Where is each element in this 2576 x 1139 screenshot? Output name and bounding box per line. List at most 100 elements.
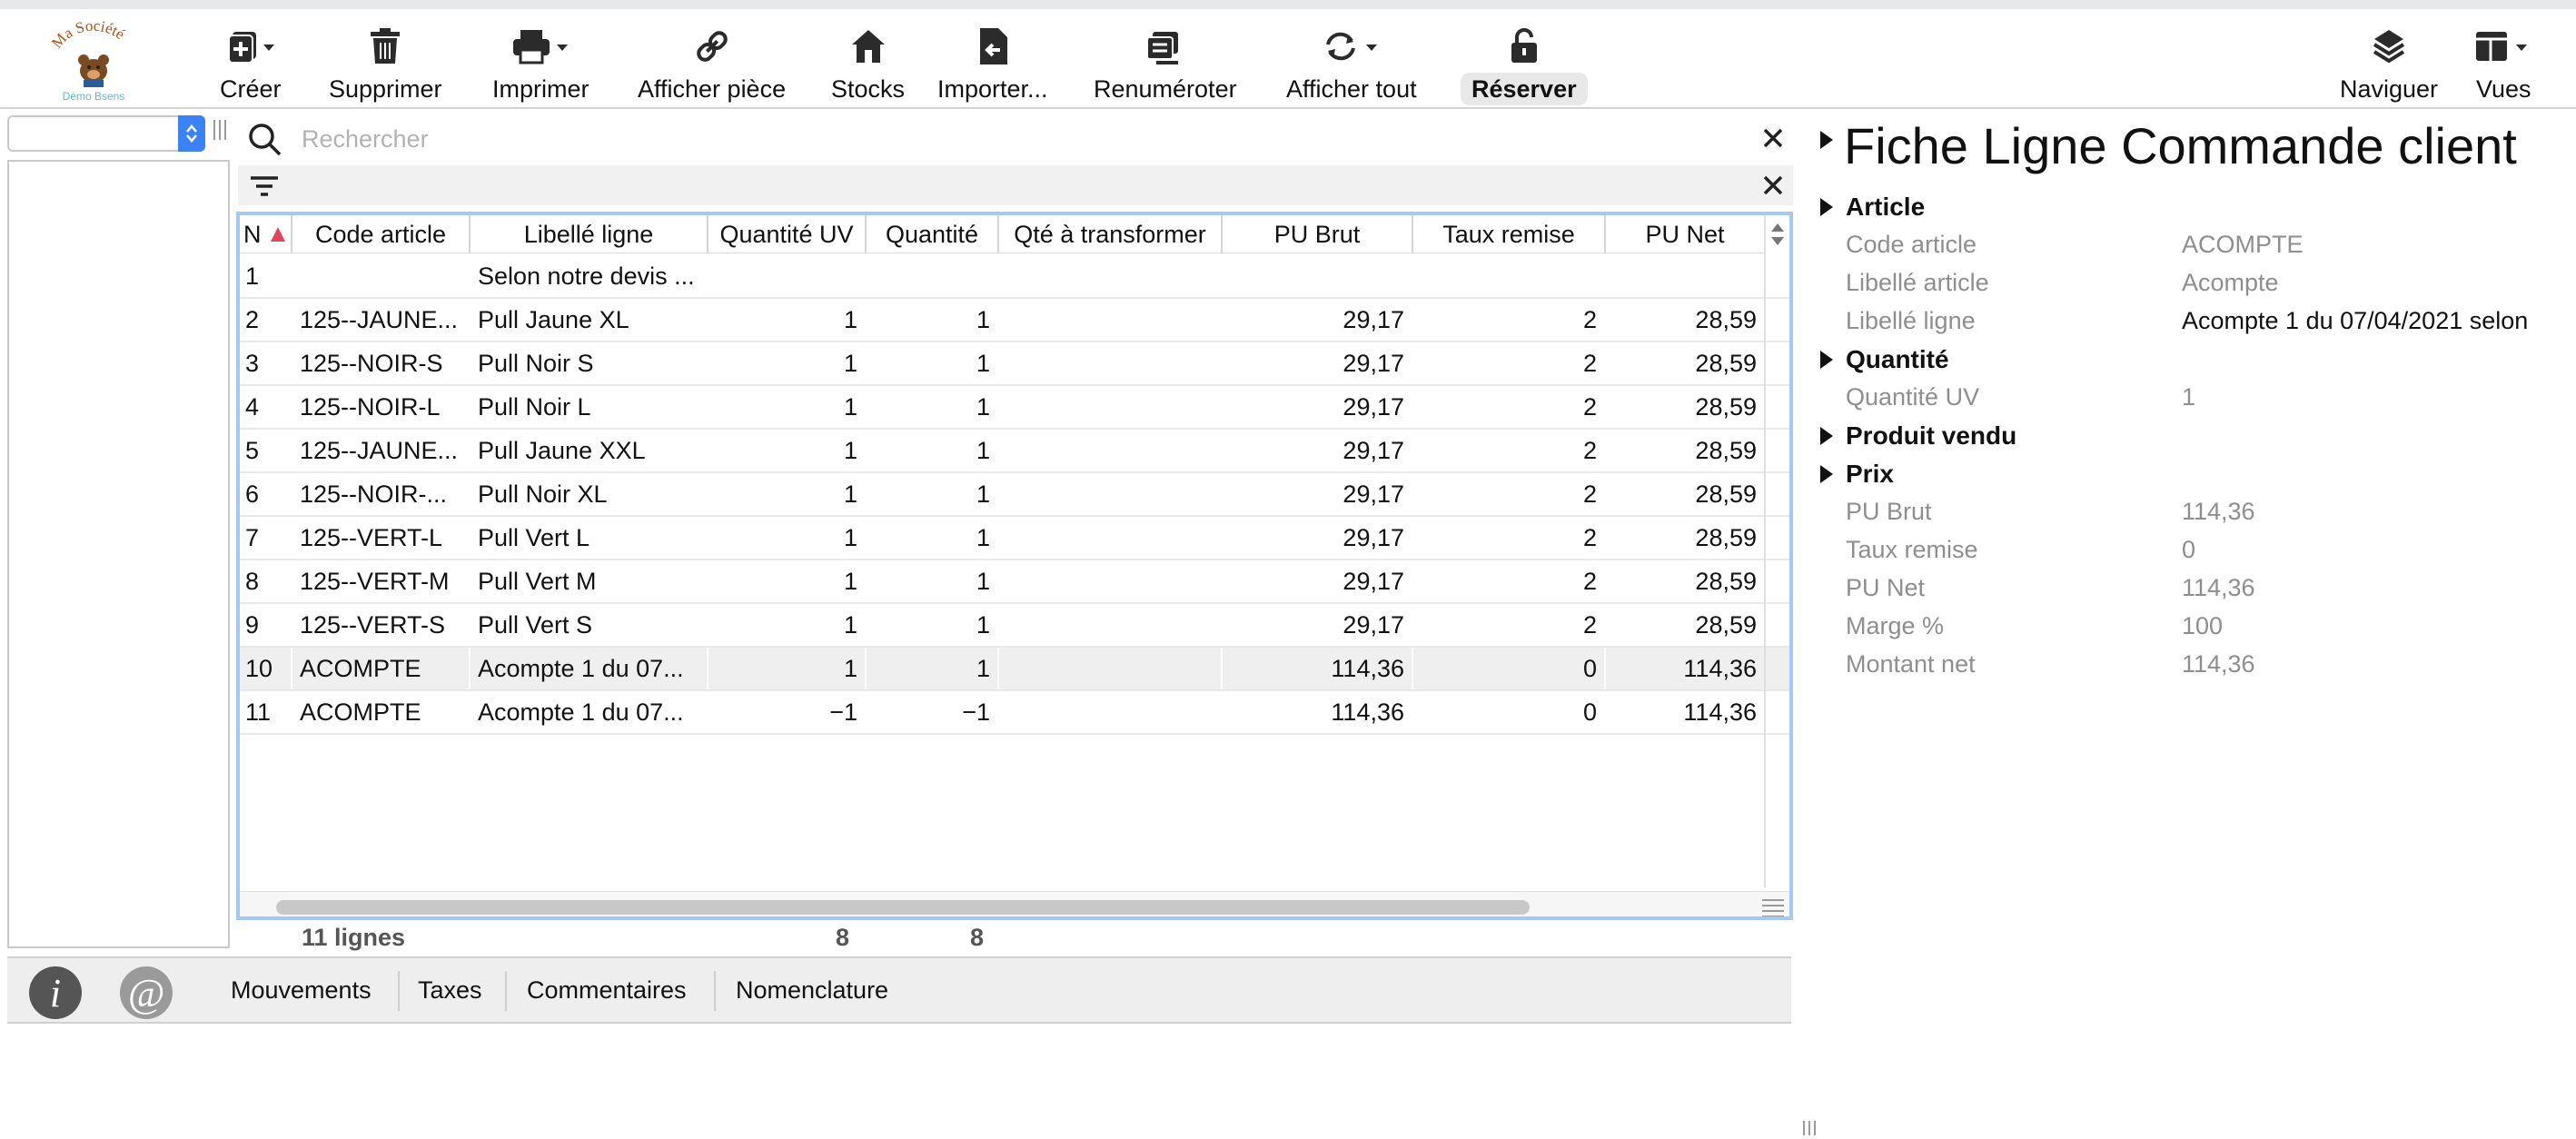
- toolbar: Ma Société Démo Bsens Créer Supprimer Im…: [0, 9, 2576, 109]
- table-row[interactable]: 4 125--NOIR-L Pull Noir L 1 1 29,17 2 28,59: [240, 386, 1789, 430]
- imprimer-label: Imprimer: [492, 75, 590, 103]
- table-row[interactable]: 3 125--NOIR-S Pull Noir S 1 1 29,17 2 28,59: [240, 342, 1789, 386]
- table-row[interactable]: 10 ACOMPTE Acompte 1 du 07... 1 1 114,36 0 114,…: [240, 648, 1789, 691]
- table-row[interactable]: 7 125--VERT-L Pull Vert L 1 1 29,17 2 28,59: [240, 517, 1789, 560]
- montant-net-value: 114,36: [2182, 650, 2255, 678]
- column-header[interactable]: Qté à transformer: [999, 215, 1223, 253]
- table-cell: 2: [1413, 386, 1606, 428]
- tab-nomenclature[interactable]: Nomenclature: [723, 958, 901, 1022]
- table-cell: 125--VERT-M: [292, 560, 471, 602]
- table-cell: 1: [867, 517, 999, 559]
- info-icon[interactable]: i: [29, 966, 82, 1019]
- afficher-piece-label: Afficher pièce: [638, 75, 787, 103]
- column-header[interactable]: Code article: [292, 215, 471, 253]
- table-row[interactable]: 8 125--VERT-M Pull Vert M 1 1 29,17 2 28,59: [240, 560, 1789, 604]
- table-cell: [999, 299, 1223, 341]
- table-cell: 1: [708, 430, 867, 471]
- left-list-panel[interactable]: [7, 160, 230, 948]
- table-cell: 3: [240, 342, 292, 384]
- table-cell: Pull Vert L: [471, 517, 708, 559]
- section-article[interactable]: Article: [1846, 193, 1925, 222]
- quantite-total: 8: [970, 924, 985, 951]
- expand-triangle-icon[interactable]: [1820, 427, 1833, 445]
- table-row[interactable]: 2 125--JAUNE... Pull Jaune XL 1 1 29,17 2 28,59: [240, 299, 1789, 342]
- libelle-article-value: Acompte: [2182, 269, 2279, 296]
- column-header[interactable]: N: [240, 215, 292, 253]
- column-resize-grip-icon[interactable]: [211, 116, 229, 144]
- table-cell: [999, 386, 1223, 428]
- search-input[interactable]: [302, 120, 1682, 158]
- tab-separator: [398, 971, 400, 1011]
- libelle-article-label: Libellé article: [1846, 269, 1989, 296]
- expand-triangle-icon[interactable]: [1820, 198, 1833, 216]
- vues-button[interactable]: Vues: [2465, 24, 2542, 107]
- renumeroter-button[interactable]: Renuméroter: [1083, 24, 1248, 107]
- at-icon[interactable]: @: [120, 966, 173, 1019]
- menu-icon[interactable]: [1760, 895, 1786, 916]
- code-article-label: Code article: [1846, 231, 1977, 258]
- table-cell: Pull Jaune XL: [471, 299, 708, 341]
- table-cell: 28,59: [1606, 386, 1766, 428]
- column-header[interactable]: Libellé ligne: [471, 215, 708, 253]
- taux-remise-value: 0: [2182, 536, 2196, 563]
- table-header: N Code article Libellé ligne Quantité UV Qua…: [240, 215, 1789, 253]
- afficher-piece-button[interactable]: Afficher pièce: [627, 24, 797, 107]
- table-row[interactable]: 1 Selon notre devis ...: [240, 255, 1789, 299]
- stocks-button[interactable]: Stocks: [820, 24, 916, 107]
- naviguer-label: Naviguer: [2340, 75, 2439, 103]
- section-prix[interactable]: Prix: [1846, 460, 1894, 489]
- afficher-tout-button[interactable]: Afficher tout: [1275, 24, 1428, 107]
- column-header[interactable]: Quantité: [867, 215, 999, 253]
- table-cell: 1: [708, 517, 867, 559]
- table-cell: Acompte 1 du 07...: [471, 648, 708, 689]
- marge-value: 100: [2182, 612, 2224, 639]
- pu-net-value: 114,36: [2182, 574, 2255, 601]
- column-header[interactable]: PU Brut: [1223, 215, 1413, 253]
- column-header[interactable]: Quantité UV: [708, 215, 867, 253]
- table-cell: 29,17: [1223, 517, 1413, 559]
- select-stepper-icon: [178, 115, 205, 152]
- table-cell: 29,17: [1223, 473, 1413, 515]
- supprimer-label: Supprimer: [329, 75, 442, 103]
- reserver-button[interactable]: Réserver: [1461, 24, 1588, 107]
- tab-mouvements[interactable]: Mouvements: [218, 958, 384, 1022]
- table-cell: 28,59: [1606, 473, 1766, 515]
- left-filter-select[interactable]: [7, 115, 205, 152]
- table-cell: [1606, 255, 1766, 297]
- column-chooser-icon[interactable]: [1766, 215, 1789, 253]
- printer-icon: [510, 24, 571, 69]
- column-header[interactable]: Taux remise: [1413, 215, 1606, 253]
- clear-filter-icon[interactable]: [1762, 174, 1784, 201]
- supprimer-button[interactable]: Supprimer: [318, 24, 453, 107]
- table-row[interactable]: 9 125--VERT-S Pull Vert S 1 1 29,17 2 28,59: [240, 604, 1789, 648]
- column-header-label: Qté à transformer: [1014, 221, 1206, 248]
- table-cell: ACOMPTE: [292, 648, 471, 689]
- imprimer-button[interactable]: Imprimer: [481, 24, 600, 107]
- table-row[interactable]: 11 ACOMPTE Acompte 1 du 07... −1 −1 114,36 0 11…: [240, 691, 1789, 735]
- table-cell: [999, 517, 1223, 559]
- clear-search-icon[interactable]: [1762, 127, 1784, 154]
- sort-ascending-icon: [271, 227, 285, 242]
- section-produit-vendu[interactable]: Produit vendu: [1846, 421, 2016, 451]
- naviguer-button[interactable]: Naviguer: [2329, 24, 2449, 107]
- expand-triangle-icon[interactable]: [1820, 131, 1833, 149]
- section-quantite[interactable]: Quantité: [1846, 345, 1949, 374]
- creer-button[interactable]: Créer: [209, 24, 292, 107]
- libelle-ligne-value[interactable]: Acompte 1 du 07/04/2021 selon: [2182, 307, 2528, 335]
- horizontal-scrollbar-thumb[interactable]: [276, 900, 1530, 915]
- order-lines-table[interactable]: N Code article Libellé ligne Quantité UV Qua…: [236, 212, 1793, 920]
- expand-triangle-icon[interactable]: [1820, 351, 1833, 369]
- table-cell: Pull Noir S: [471, 342, 708, 384]
- expand-triangle-icon[interactable]: [1820, 465, 1833, 483]
- table-row[interactable]: 5 125--JAUNE... Pull Jaune XXL 1 1 29,17 2 28,5…: [240, 430, 1789, 473]
- table-cell: 1: [867, 473, 999, 515]
- panel-resize-grip-icon[interactable]: [1798, 1119, 1820, 1137]
- table-cell: [999, 342, 1223, 384]
- filter-icon[interactable]: [249, 174, 280, 203]
- column-header[interactable]: PU Net: [1606, 215, 1766, 253]
- importer-button[interactable]: Importer...: [926, 24, 1059, 107]
- table-row[interactable]: 6 125--NOIR-... Pull Noir XL 1 1 29,17 2 28,59: [240, 473, 1789, 517]
- tab-taxes[interactable]: Taxes: [405, 958, 495, 1022]
- table-cell: 114,36: [1223, 691, 1413, 733]
- tab-commentaires[interactable]: Commentaires: [514, 958, 699, 1022]
